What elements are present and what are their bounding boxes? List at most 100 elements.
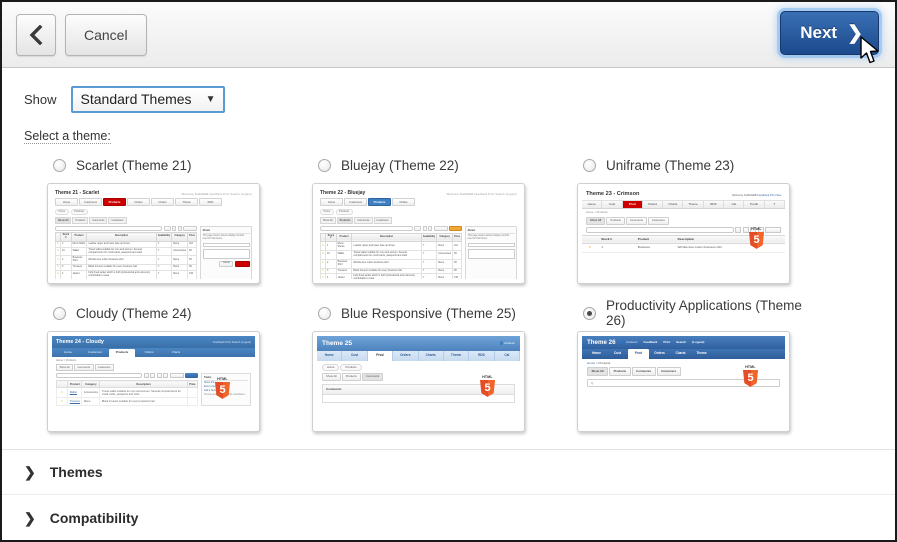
preview-search-row [320, 226, 462, 232]
preview-search-input [56, 372, 142, 379]
preview-tab: RDS [704, 200, 725, 209]
theme-option-header[interactable]: Productivity Applications (Theme 26) [554, 298, 819, 328]
preview-tab: Theme [683, 200, 704, 209]
cell: 1 [598, 243, 635, 254]
preview-tab: Orders [643, 200, 664, 209]
table-row: ✎ 2 Business Shirt Wrinkle-free cotton b… [54, 255, 197, 266]
col-header: Category [436, 232, 454, 243]
theme-option-header[interactable]: Blue Responsive (Theme 25) [289, 300, 554, 326]
side-region-title: About [202, 229, 250, 234]
cell: Wallet [335, 250, 353, 260]
preview-tab: T [765, 200, 785, 209]
chevron-right-icon: ❯ [24, 509, 36, 526]
region-tab: Customers [108, 217, 127, 225]
preview-tab: Portal [744, 200, 765, 209]
preview-nav-tabs: Home Customers Products Orders Charts Th… [52, 197, 255, 207]
show-select[interactable]: Standard Themes ▼ [70, 86, 226, 113]
col-header: Category [81, 380, 101, 389]
cell: Wallet [70, 246, 88, 257]
preview-tab: Home [592, 350, 601, 355]
region-tab: Comments [89, 217, 108, 225]
cell: Y [155, 246, 173, 257]
breadcrumb-current: Products [598, 360, 611, 365]
preview-breadcrumb: Home Products [317, 361, 520, 373]
table-row: ✎ 1 Mens Shoes Leather upper and lower l… [319, 241, 462, 252]
cell: Y [420, 273, 438, 279]
region-tab: Products [72, 217, 89, 225]
side-cancel-button: Cancel [219, 260, 234, 267]
region-tab: Show All [56, 363, 73, 372]
region-tab: Comments [625, 216, 647, 225]
cell: Y [420, 241, 438, 252]
radio-theme26[interactable] [583, 306, 596, 320]
theme-thumbnail-theme24[interactable]: Theme 24 - Cloudy Feedback Print Search … [47, 331, 260, 432]
cell: 50 [187, 255, 197, 266]
preview-create-button [185, 372, 198, 379]
cell: Mens Shoes [335, 241, 353, 252]
preview-actions-button [765, 226, 781, 233]
col-header: Category [171, 232, 189, 242]
preview-link: Print [663, 339, 671, 344]
show-filter-row: Show Standard Themes ▼ [24, 86, 873, 113]
breadcrumb-item: Home [55, 208, 69, 215]
preview-tab: Theme [444, 350, 470, 361]
theme-thumbnail-theme26[interactable]: Theme 26 👤 shakeeb Feedback Print Search… [577, 331, 790, 432]
preview-nav-tabs: Home Customers Products Orders [317, 197, 520, 207]
theme-option-header[interactable]: Bluejay (Theme 22) [289, 152, 554, 178]
cell: Travel wallet suitable for men and women… [99, 387, 188, 399]
preview-search-input [320, 226, 413, 231]
theme-option-header[interactable]: Cloudy (Theme 24) [24, 300, 289, 326]
cancel-button[interactable]: Cancel [65, 13, 147, 56]
html5-logo-icon: HTML 5 [748, 227, 765, 249]
theme-thumbnail-theme23[interactable]: Theme 23 - Crimson Welcome SHAKEEB Feedb… [577, 183, 790, 284]
theme-option-header[interactable]: Scarlet (Theme 21) [24, 152, 289, 178]
preview-region-tabs: Show All Products Comments Customers [582, 216, 785, 227]
region-tab: Customers [647, 216, 669, 225]
cell [186, 387, 199, 399]
col-header: Product [335, 232, 353, 243]
theme-thumbnail-theme22[interactable]: Theme 22 - Bluejay Welcome SHAKEEB Feedb… [312, 183, 525, 284]
back-button[interactable] [16, 13, 56, 56]
accordion-themes[interactable]: ❯ Themes [2, 450, 895, 495]
theme-option-blue-responsive: Blue Responsive (Theme 25) Theme 25 👤 sh… [289, 300, 554, 432]
breadcrumb-item: Products [335, 208, 353, 215]
cell: Leather upper and lower lace-up shoes [351, 241, 422, 252]
radio-theme24[interactable] [53, 306, 66, 320]
cell: Y [155, 270, 173, 279]
preview-region-tabs: Show All Comments Customers [52, 363, 255, 373]
theme-option-bluejay: Bluejay (Theme 22) Theme 22 - Bluejay We… [289, 152, 554, 284]
cell: 150 [187, 270, 197, 279]
cell: Wallet [67, 387, 83, 399]
breadcrumb-item: Home [322, 363, 340, 371]
preview-tab-active: Products [368, 198, 391, 207]
edit-pencil-icon: ✎ [55, 397, 69, 406]
preview-link: Feedback [643, 339, 658, 344]
html5-logo-icon: HTML 5 [214, 377, 231, 399]
region-tab: Products [606, 216, 625, 225]
side-comments-textarea [467, 248, 515, 259]
side-date-input [467, 242, 515, 247]
radio-theme21[interactable] [53, 158, 66, 172]
theme-thumbnail-theme21[interactable]: Theme 21 - Scarlet Welcome SHAKEEB Feedb… [47, 183, 260, 284]
preview-welcome-text: Welcome SHAKEEB [732, 194, 757, 198]
preview-tab: Charts [419, 350, 444, 361]
cell: 50 [187, 246, 197, 257]
accordion-themes-label: Themes [49, 464, 103, 480]
preview-tab: Orders [393, 350, 419, 361]
cell: Wrinkle-free cotton business shirt [351, 258, 422, 269]
radio-theme23[interactable] [583, 158, 596, 172]
theme-thumbnail-theme25[interactable]: Theme 25 👤 shakeeb Home Cust Prod Orders… [312, 331, 525, 432]
theme-option-header[interactable]: Uniframe (Theme 23) [554, 152, 819, 178]
cell: Jacket [335, 273, 353, 279]
accordion-compatibility[interactable]: ❯ Compatibility [2, 495, 895, 540]
next-button[interactable]: Next ❯ [780, 11, 879, 55]
preview-tab: Home [64, 350, 72, 355]
cell-link: Wallet [69, 391, 77, 395]
radio-theme22[interactable] [318, 158, 331, 172]
breadcrumb-home: Home [587, 360, 596, 365]
side-date-input [202, 242, 250, 247]
radio-theme25[interactable] [318, 306, 331, 320]
preview-nav-tabs: Home Cust Prod Orders Charts Theme RDS C… [317, 350, 520, 361]
preview-go-button [143, 372, 149, 379]
side-submit-button: Submit [235, 260, 250, 267]
